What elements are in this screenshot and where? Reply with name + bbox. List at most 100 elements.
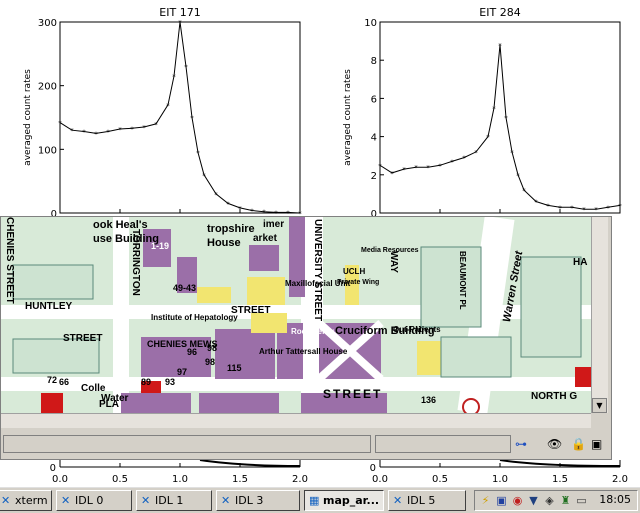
data-point: * (402, 166, 406, 174)
lock-icon[interactable]: 🔒 (571, 437, 586, 451)
sound-icon[interactable]: ◈ (543, 494, 556, 507)
taskbar-item-label: IDL 1 (155, 494, 184, 507)
y-axis-label: averaged count rates (343, 69, 353, 166)
label-arthur-tattersall: Arthur Tattersall House (259, 347, 348, 356)
network-icon[interactable]: ▣ (591, 437, 602, 451)
taskbar-item-label: xterm (15, 494, 48, 507)
taskbar-item-label: IDL 3 (235, 494, 264, 507)
map-view[interactable]: CHENIES STREET HUNTLEY STREET STREET STR… (1, 217, 591, 413)
taskbar-item-idl5[interactable]: ✕ IDL 5 (388, 490, 466, 511)
y-tick-label: 10 (364, 18, 377, 29)
label-street-3: STREET (323, 387, 383, 401)
label-university-street: UNIVERSITY STREET (312, 219, 323, 322)
data-point: * (582, 206, 586, 214)
x-icon: ✕ (1, 494, 11, 507)
series-line (379, 44, 621, 210)
status-field (3, 435, 371, 453)
data-point: * (196, 150, 200, 158)
eye-icon[interactable]: 👁 (547, 437, 562, 451)
label-street-1: STREET (63, 333, 103, 344)
idl-icon: ✕ (141, 494, 151, 507)
taskbar-item-idl0[interactable]: ✕ IDL 0 (56, 490, 132, 511)
map-horizontal-scrollbar[interactable] (1, 413, 591, 428)
idl-icon: ✕ (61, 494, 71, 507)
plot-title: EIT 171 (159, 6, 200, 19)
x-tick-label: 0.5 (432, 474, 448, 485)
data-point: * (390, 170, 394, 178)
label-num-93: 93 (165, 377, 176, 387)
label-way: WAY (388, 251, 399, 273)
series-line (59, 21, 301, 214)
map-status-bar: ⊶ 👁 🔒 ▣ (1, 429, 607, 459)
label-tropshire: tropshire (207, 223, 255, 235)
monitor-icon[interactable]: ▭ (575, 494, 588, 507)
record-icon[interactable]: ◉ (511, 494, 524, 507)
x-tick-label: 0.0 (372, 474, 388, 485)
data-point: * (606, 204, 610, 212)
taskbar-item-idl3[interactable]: ✕ IDL 3 (216, 490, 300, 511)
y-axis-label: averaged count rates (23, 69, 33, 166)
label-num-98: 98 (205, 357, 216, 367)
data-point: * (166, 102, 170, 110)
taskbar-item-xterm[interactable]: ✕ xterm (0, 490, 52, 511)
plot-frame (59, 21, 301, 214)
connector-icon[interactable]: ⊶ (515, 437, 527, 451)
data-point: * (492, 105, 496, 113)
status-field-secondary (375, 435, 511, 453)
printer-icon[interactable]: ▣ (495, 494, 508, 507)
label-ha: HA (573, 257, 588, 268)
data-point: * (250, 207, 254, 215)
label-house: House (207, 237, 241, 249)
data-point: * (184, 64, 188, 72)
data-point: * (82, 129, 86, 137)
data-point: * (142, 124, 146, 132)
x-tick-label: 0.0 (52, 474, 68, 485)
x-tick-label: 2.0 (292, 474, 308, 485)
y-tick-label: 6 (371, 94, 377, 105)
map-window[interactable]: CHENIES STREET HUNTLEY STREET STREET STR… (0, 216, 612, 460)
taskbar-item-idl1[interactable]: ✕ IDL 1 (136, 490, 212, 511)
data-point: * (178, 19, 182, 27)
lightning-icon[interactable]: ⚡ (479, 494, 492, 507)
data-point: * (172, 73, 176, 81)
label-institute: Institute of Hepatology (151, 313, 238, 322)
label-water: Water (101, 393, 129, 404)
label-media-resources: Media Resources (361, 247, 419, 254)
map-vertical-scrollbar[interactable]: ▼ (591, 217, 608, 413)
plot-eit171: EIT 171averaged count rates0100200300** *… (23, 6, 302, 220)
label-arket: arket (253, 233, 277, 244)
data-point: * (438, 162, 442, 170)
x-tick-label: 0.5 (112, 474, 128, 485)
scroll-down-arrow-icon[interactable]: ▼ (592, 398, 607, 413)
data-point: * (154, 121, 158, 129)
lock-tray-icon[interactable]: ♜ (559, 494, 572, 507)
data-point: * (130, 125, 134, 133)
y-tick-label: 0 (50, 463, 56, 474)
label-num-1-19: 1-19 (151, 241, 170, 251)
data-point: * (94, 130, 98, 138)
data-point: * (534, 199, 538, 207)
filter-icon[interactable]: ▼ (527, 494, 540, 507)
taskbar-item-map[interactable]: ▦ map_ar... (304, 490, 384, 511)
data-point: * (118, 126, 122, 134)
label-heals: ook Heal's (93, 219, 148, 231)
data-point: * (238, 205, 242, 213)
data-point: * (618, 202, 622, 210)
label-use-building: use Building (93, 233, 159, 245)
label-ucl: UCLH (343, 267, 366, 276)
map-icon: ▦ (309, 494, 320, 507)
idl-icon: ✕ (393, 494, 403, 507)
plot-title: EIT 284 (479, 6, 520, 19)
data-point: * (516, 172, 520, 180)
data-point: * (570, 204, 574, 212)
label-chenies-street: CHENIES STREET (4, 217, 15, 304)
label-num-98b: 98 (207, 343, 218, 353)
label-huntley: HUNTLEY (25, 301, 73, 312)
taskbar-item-label: IDL 0 (75, 494, 104, 507)
label-beaumont-pl: BEAUMONT PL (458, 251, 467, 310)
y-tick-label: 4 (371, 133, 377, 144)
y-tick-label: 8 (371, 56, 377, 67)
data-point: * (378, 162, 382, 170)
data-point: * (594, 206, 598, 214)
label-num-97: 97 (177, 367, 188, 377)
